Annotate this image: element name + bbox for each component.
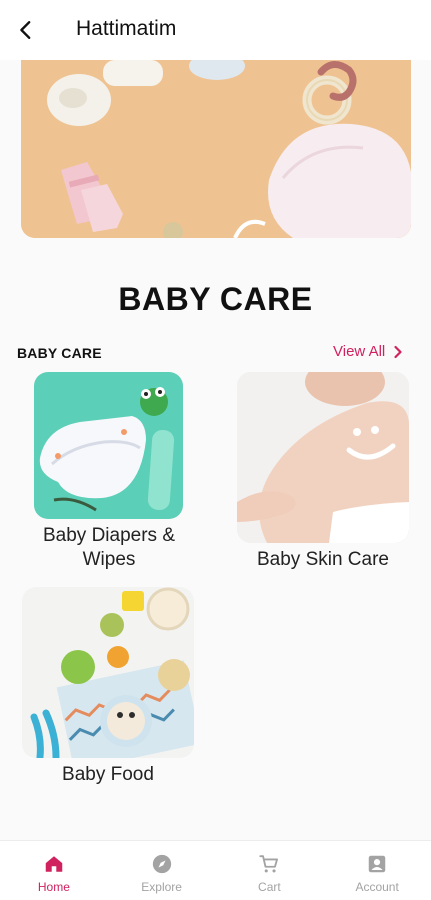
nav-label-cart: Cart: [258, 880, 281, 894]
back-button[interactable]: [12, 16, 40, 44]
view-all-label: View All: [333, 343, 386, 360]
category-card-diapers[interactable]: Baby Diapers & Wipes: [34, 372, 184, 572]
category-image-diapers: [34, 372, 183, 519]
nav-item-home[interactable]: Home: [0, 841, 108, 900]
account-icon: [365, 852, 389, 876]
section-heading: BABY CARE: [118, 281, 313, 317]
category-row-title: BABY CARE: [17, 345, 102, 361]
nav-label-explore: Explore: [141, 880, 182, 894]
category-label-skin-care: Baby Skin Care: [256, 549, 389, 570]
category-card-skin-care[interactable]: Baby Skin Care: [237, 372, 410, 572]
category-image-skin-care: [237, 372, 409, 543]
nav-item-account[interactable]: Account: [323, 841, 431, 900]
category-image-food: [22, 587, 194, 758]
nav-item-cart[interactable]: Cart: [216, 841, 324, 900]
category-label-diapers: Baby Diapers & Wipes: [42, 525, 175, 570]
cart-icon: [257, 852, 281, 876]
nav-item-explore[interactable]: Explore: [108, 841, 216, 900]
banner-illustration: [21, 60, 411, 238]
view-all-link[interactable]: View All: [333, 343, 403, 360]
bottom-navigation: Home Explore Cart Account: [0, 840, 431, 900]
arrow-left-icon: [20, 21, 31, 39]
home-icon: [42, 852, 66, 876]
category-label-food: Baby Food: [62, 764, 154, 785]
nav-label-account: Account: [355, 880, 399, 894]
category-card-food[interactable]: Baby Food: [22, 587, 195, 787]
nav-label-home: Home: [37, 880, 70, 894]
compass-icon: [150, 852, 174, 876]
chevron-right-icon: [394, 345, 402, 358]
page-title: Hattimatim: [76, 17, 177, 40]
banner-image[interactable]: [21, 60, 411, 238]
app-bar: Hattimatim: [0, 0, 431, 60]
